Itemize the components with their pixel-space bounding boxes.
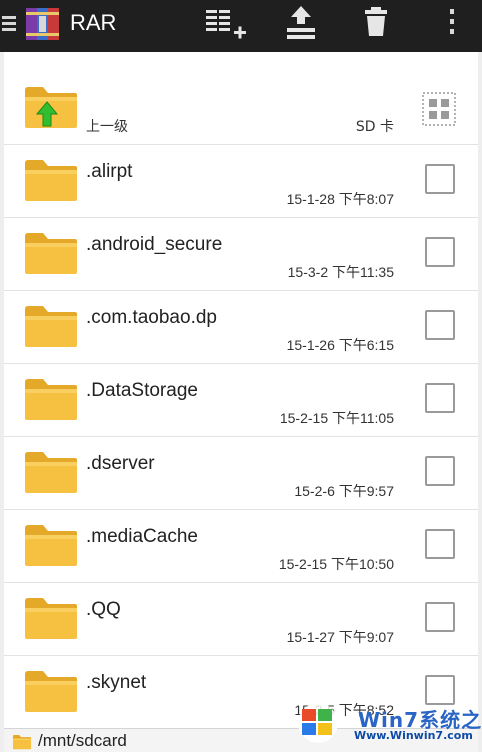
folder-icon <box>23 376 79 422</box>
app-title: RAR <box>70 10 117 35</box>
folder-name: .QQ <box>86 599 121 620</box>
folder-icon <box>23 303 79 349</box>
folder-name: .alirpt <box>86 161 133 182</box>
folder-name: .com.taobao.dp <box>86 307 217 328</box>
grid-view-icon[interactable] <box>422 92 456 126</box>
folder-row[interactable]: .mediaCache 15-2-15 下午10:50 <box>4 510 478 583</box>
menu-icon[interactable] <box>2 13 16 35</box>
select-checkbox[interactable] <box>425 310 455 340</box>
add-to-archive-button[interactable] <box>204 4 248 48</box>
action-bar: RAR <box>0 0 482 52</box>
folder-row[interactable]: .dserver 15-2-6 下午9:57 <box>4 437 478 510</box>
overflow-menu-icon <box>450 9 454 34</box>
folder-date: 15-1-27 下午9:07 <box>286 629 394 645</box>
select-checkbox[interactable] <box>425 602 455 632</box>
select-checkbox[interactable] <box>425 383 455 413</box>
select-checkbox[interactable] <box>425 237 455 267</box>
folder-icon <box>23 449 79 495</box>
folder-name: .skynet <box>86 672 147 693</box>
folder-icon <box>23 230 79 276</box>
folder-date: 15-3-2 下午11:35 <box>287 264 394 280</box>
folder-date: 15-2-15 下午10:50 <box>278 556 394 572</box>
parent-folder-row[interactable]: 上一级 SD 卡 <box>4 72 478 145</box>
folder-row[interactable]: .alirpt 15-1-28 下午8:07 <box>4 145 478 218</box>
extract-icon <box>287 6 315 39</box>
storage-location-label: SD 卡 <box>355 119 394 135</box>
folder-icon <box>23 157 79 203</box>
parent-folder-label: 上一级 <box>86 119 128 135</box>
folder-name: .dserver <box>86 453 155 474</box>
folder-date: 15-1-28 下午8:07 <box>286 191 394 207</box>
delete-icon <box>365 7 387 36</box>
folder-row[interactable]: .com.taobao.dp 15-1-26 下午6:15 <box>4 291 478 364</box>
delete-button[interactable] <box>354 4 398 48</box>
folder-icon <box>12 734 32 750</box>
extract-button[interactable] <box>279 4 323 48</box>
folder-icon <box>23 595 79 641</box>
select-checkbox[interactable] <box>425 456 455 486</box>
folder-name: .android_secure <box>86 234 223 255</box>
folder-date: 15-2-15 下午11:05 <box>279 410 394 426</box>
watermark-url: Www.Winwin7.com <box>354 729 473 742</box>
file-list: 上一级 SD 卡 .alirpt 15-1-28 下午8:07 .android… <box>4 52 478 728</box>
folder-row[interactable]: .QQ 15-1-27 下午9:07 <box>4 583 478 656</box>
folder-date: 15-2-6 下午9:57 <box>294 483 394 499</box>
folder-row[interactable]: .android_secure 15-3-2 下午11:35 <box>4 218 478 291</box>
overflow-menu-button[interactable] <box>430 4 474 48</box>
select-checkbox[interactable] <box>425 529 455 559</box>
folder-icon <box>23 668 79 714</box>
folder-name: .mediaCache <box>86 526 198 547</box>
folder-icon <box>23 522 79 568</box>
folder-date: 15-1-26 下午6:15 <box>286 337 394 353</box>
rar-logo-icon <box>24 6 62 42</box>
add-to-archive-icon <box>206 10 246 39</box>
current-path: /mnt/sdcard <box>38 731 127 750</box>
select-checkbox[interactable] <box>425 164 455 194</box>
parent-folder-icon <box>23 84 79 130</box>
folder-row[interactable]: .DataStorage 15-2-15 下午11:05 <box>4 364 478 437</box>
folder-name: .DataStorage <box>86 380 198 401</box>
